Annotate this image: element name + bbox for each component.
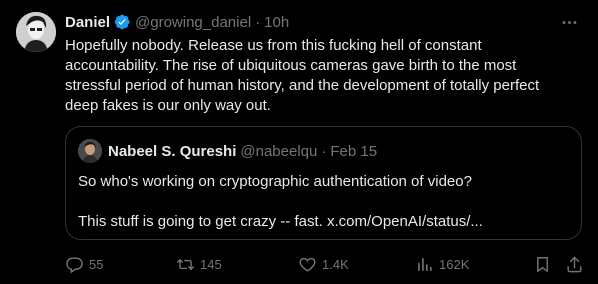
author-handle[interactable]: @growing_daniel (135, 14, 251, 31)
author-name[interactable]: Daniel (65, 14, 110, 31)
bookmark-icon (537, 256, 548, 272)
quoted-tweet-timestamp: Feb 15 (330, 142, 378, 160)
quoted-tweet[interactable]: Nabeel S. Qureshi @nabeelqu · Feb 15 So … (65, 126, 582, 240)
quoted-tweet-header: Nabeel S. Qureshi @nabeelqu · Feb 15 (78, 139, 569, 163)
views-chart-icon (418, 257, 432, 271)
retweet-count: 145 (200, 256, 222, 272)
action-bar: 55 145 1.4K 162K (65, 252, 582, 276)
separator-dot: · (321, 142, 327, 160)
like-button[interactable]: 1.4K (298, 255, 349, 274)
quoted-author-avatar (78, 139, 102, 163)
tweet-content: Daniel @growing_daniel · 10h Hopefully n… (65, 12, 582, 116)
tweet-timestamp[interactable]: 10h (264, 14, 289, 31)
verified-badge-icon (113, 13, 131, 31)
quoted-text-line: So who's working on cryptographic authen… (78, 173, 472, 190)
retweet-button[interactable]: 145 (176, 255, 222, 274)
quoted-author-handle: @nabeelqu (240, 142, 318, 160)
tweet-card[interactable]: Daniel @growing_daniel · 10h Hopefully n… (0, 0, 598, 284)
like-count: 1.4K (322, 256, 349, 272)
share-icon (567, 256, 582, 272)
views-button[interactable]: 162K (415, 255, 469, 274)
share-button[interactable] (565, 255, 584, 274)
reply-count: 55 (89, 256, 104, 272)
quoted-author-name: Nabeel S. Qureshi (108, 142, 237, 160)
tweet-text: Hopefully nobody. Release us from this f… (65, 37, 540, 114)
retweet-icon (176, 258, 195, 270)
reply-icon (66, 256, 83, 273)
avatar-image (16, 12, 56, 52)
reply-button[interactable]: 55 (65, 255, 103, 274)
quoted-tweet-text: So who's working on cryptographic authen… (78, 172, 569, 232)
heart-icon (299, 257, 316, 272)
bookmark-button[interactable] (533, 255, 552, 274)
separator-dot: · (255, 13, 261, 31)
quoted-text-line: This stuff is going to get crazy -- fast… (78, 213, 483, 230)
tweet-header: Daniel @growing_daniel · 10h (65, 12, 582, 32)
more-horizontal-icon[interactable] (556, 10, 582, 34)
author-avatar[interactable] (16, 12, 56, 52)
views-count: 162K (439, 256, 470, 272)
